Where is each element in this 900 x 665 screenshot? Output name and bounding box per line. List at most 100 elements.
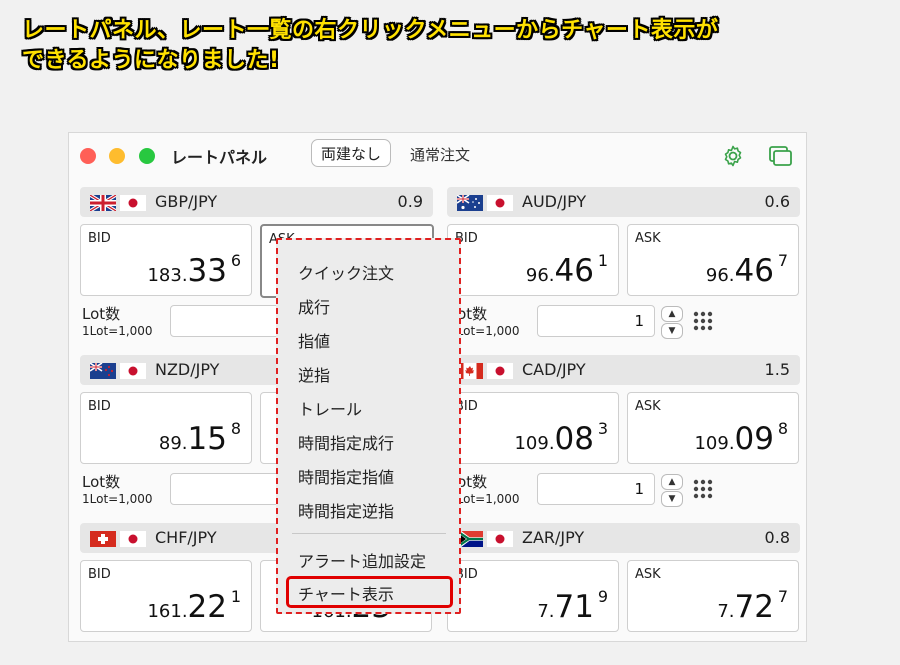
lot-input[interactable]: 1: [537, 473, 655, 505]
lot-decrement-button[interactable]: ▼: [661, 491, 683, 507]
bid-box[interactable]: BID 161.22 1: [80, 560, 252, 632]
spread-value: 1.5: [764, 360, 790, 379]
bid-price-big: 71: [554, 589, 594, 625]
ask-box[interactable]: ASK 7.72 7: [627, 560, 799, 632]
menu-item-timed-market-order[interactable]: 時間指定成行: [298, 430, 394, 454]
bid-price-big: 15: [187, 421, 227, 457]
lot-input[interactable]: [170, 473, 288, 505]
lot-increment-button[interactable]: ▲: [661, 306, 683, 322]
ask-price-pip: 7: [777, 587, 788, 606]
menu-separator: [292, 533, 446, 534]
spread-value: 0.9: [397, 192, 423, 211]
multi-window-icon[interactable]: [768, 144, 794, 168]
ask-price-small: 109.: [694, 433, 735, 454]
menu-item-timed-stop-order[interactable]: 時間指定逆指: [298, 498, 394, 522]
bid-price-pip: 1: [230, 587, 241, 606]
panel-header: CAD/JPY 1.5: [447, 355, 800, 385]
australia-flag-icon: [457, 195, 483, 211]
japan-flag-icon: [120, 363, 146, 379]
bid-price-pip: 6: [230, 251, 241, 270]
lot-label: Lot数: [82, 305, 121, 323]
maximize-window-button[interactable]: [139, 148, 155, 164]
currency-pair: AUD/JPY: [522, 192, 587, 211]
ask-price-small: 7.: [717, 601, 735, 622]
rate-panel-audjpy: AUD/JPY 0.6 BID 96.46 1 ASK 96.46 7 Lot数 1…: [447, 187, 802, 355]
bid-label: BID: [88, 231, 111, 246]
bid-box[interactable]: BID 96.46 1: [447, 224, 619, 296]
ask-box[interactable]: ASK 109.09 8: [627, 392, 799, 464]
menu-item-limit-order[interactable]: 指値: [298, 328, 330, 352]
bid-price-small: 183.: [147, 265, 188, 286]
japan-flag-icon: [487, 531, 513, 547]
menu-item-show-chart[interactable]: チャート表示: [298, 581, 394, 605]
keypad-icon[interactable]: [693, 311, 713, 331]
gear-icon[interactable]: [721, 144, 745, 168]
menu-item-timed-limit-order[interactable]: 時間指定指値: [298, 464, 394, 488]
japan-flag-icon: [487, 195, 513, 211]
ask-price-pip: 8: [777, 419, 788, 438]
japan-flag-icon: [120, 195, 146, 211]
bid-price-small: 89.: [158, 433, 188, 454]
order-mode-label[interactable]: 通常注文: [410, 144, 470, 165]
ask-price-small: 96.: [705, 265, 735, 286]
menu-item-trailing-order[interactable]: トレール: [298, 396, 362, 420]
headline-line1: レートパネル、レート一覧の右クリックメニューからチャート表示が: [22, 18, 719, 43]
menu-item-stop-order[interactable]: 逆指: [298, 362, 330, 386]
minimize-window-button[interactable]: [109, 148, 125, 164]
ask-price-big: 72: [734, 589, 774, 625]
ask-box[interactable]: ASK 96.46 7: [627, 224, 799, 296]
menu-item-quick-order[interactable]: クイック注文: [298, 260, 394, 284]
new-zealand-flag-icon: [90, 363, 116, 379]
lot-unit: 1Lot=1,000: [82, 324, 153, 338]
panel-header: AUD/JPY 0.6: [447, 187, 800, 217]
bid-box[interactable]: BID 89.15 8: [80, 392, 252, 464]
bid-price-small: 109.: [514, 433, 555, 454]
ask-label: ASK: [635, 231, 661, 246]
bid-label: BID: [88, 399, 111, 414]
ask-price-big: 46: [734, 253, 774, 289]
position-mode-button[interactable]: 両建なし: [311, 139, 392, 167]
headline: レートパネル、レート一覧の右クリックメニューからチャート表示が できるようになり…: [22, 16, 718, 76]
bid-price-big: 22: [187, 589, 227, 625]
bid-label: BID: [88, 567, 111, 582]
lot-unit: 1Lot=1,000: [82, 492, 153, 506]
bid-price-big: 08: [554, 421, 594, 457]
bid-price-pip: 1: [597, 251, 608, 270]
keypad-icon[interactable]: [693, 479, 713, 499]
menu-item-market-order[interactable]: 成行: [298, 294, 330, 318]
ask-label: ASK: [635, 399, 661, 414]
uk-flag-icon: [90, 195, 116, 211]
bid-price-small: 161.: [147, 601, 188, 622]
bid-box[interactable]: BID 109.08 3: [447, 392, 619, 464]
spread-value: 0.8: [764, 528, 790, 547]
switzerland-flag-icon: [90, 531, 116, 547]
spread-value: 0.6: [764, 192, 790, 211]
rate-panel-cadjpy: CAD/JPY 1.5 BID 109.08 3 ASK 109.09 8 Lot数…: [447, 355, 802, 523]
bid-price-pip: 9: [597, 587, 608, 606]
panel-header: GBP/JPY 0.9: [80, 187, 433, 217]
japan-flag-icon: [120, 531, 146, 547]
bid-box[interactable]: BID 7.71 9: [447, 560, 619, 632]
title-bar: レートパネル 両建なし 通常注文: [69, 133, 806, 177]
bid-price-big: 46: [554, 253, 594, 289]
currency-pair: CAD/JPY: [522, 360, 586, 379]
currency-pair: ZAR/JPY: [522, 528, 585, 547]
currency-pair: GBP/JPY: [155, 192, 218, 211]
lot-input[interactable]: 1: [537, 305, 655, 337]
rate-panel-zarjpy: ZAR/JPY 0.8 BID 7.71 9 ASK 7.72 7: [447, 523, 802, 641]
panel-header: ZAR/JPY 0.8: [447, 523, 800, 553]
ask-price-pip: 7: [777, 251, 788, 270]
ask-price-big: 09: [734, 421, 774, 457]
lot-stepper[interactable]: ▲ ▼: [661, 306, 683, 339]
bid-price-small: 7.: [537, 601, 555, 622]
menu-item-add-alert[interactable]: アラート追加設定: [298, 548, 426, 572]
close-window-button[interactable]: [80, 148, 96, 164]
bid-price-small: 96.: [525, 265, 555, 286]
bid-box[interactable]: BID 183.33 6: [80, 224, 252, 296]
lot-increment-button[interactable]: ▲: [661, 474, 683, 490]
lot-stepper[interactable]: ▲ ▼: [661, 474, 683, 507]
bid-price-big: 33: [187, 253, 227, 289]
lot-input[interactable]: [170, 305, 288, 337]
ask-label: ASK: [635, 567, 661, 582]
lot-decrement-button[interactable]: ▼: [661, 323, 683, 339]
